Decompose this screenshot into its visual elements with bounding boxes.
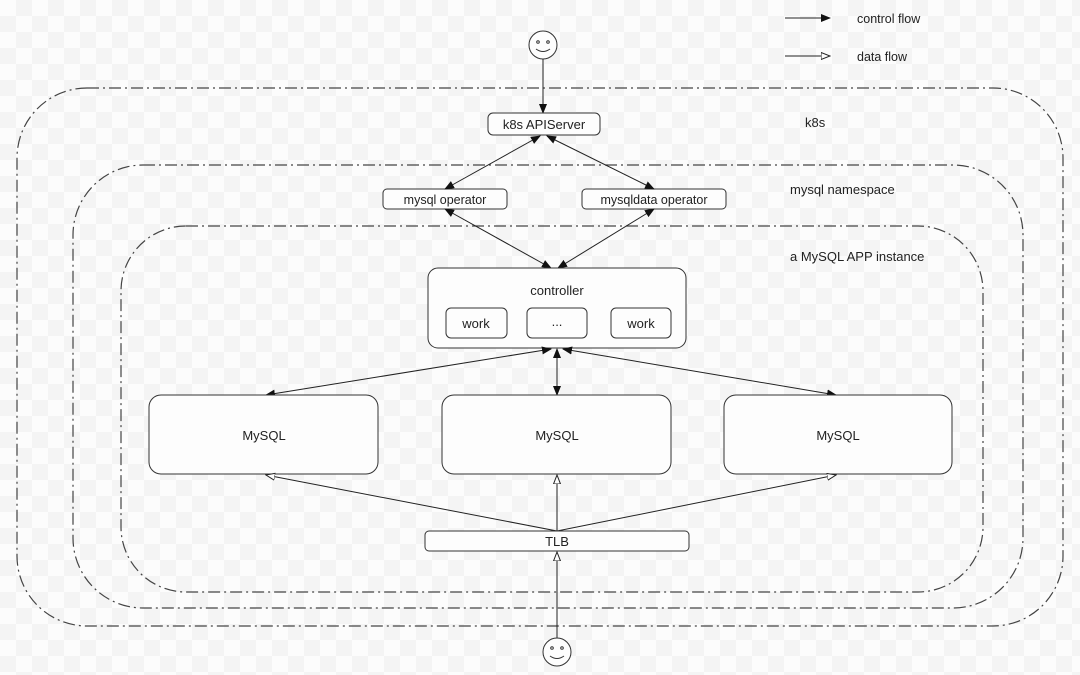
control-flow-legend-label: control flow	[857, 12, 921, 26]
mysqldata-operator-label: mysqldata operator	[600, 193, 707, 207]
mysql-label: MySQL	[535, 428, 578, 443]
controller-mysql-1-edge	[265, 346, 552, 398]
mysqldata-operator-controller-edge	[557, 208, 655, 269]
worker-label: work	[461, 316, 490, 331]
tlb-mysql-3-edge	[556, 475, 836, 532]
apiserver-label: k8s APIServer	[503, 117, 586, 132]
legend: control flow data flow	[785, 12, 921, 64]
apiserver-mysql-operator-edge	[444, 135, 541, 190]
worker-label: ...	[552, 314, 563, 329]
tlb-mysql-1-edge	[266, 475, 558, 532]
app-instance-boundary-label: a MySQL APP instance	[790, 249, 924, 264]
mysql-operator-controller-edge	[444, 208, 552, 269]
worker-label: work	[626, 316, 655, 331]
architecture-diagram: k8s mysql namespace a MySQL APP instance…	[16, 12, 1064, 667]
mysql-operator-label: mysql operator	[404, 193, 487, 207]
controller-label: controller	[530, 283, 584, 298]
namespace-boundary-label: mysql namespace	[790, 182, 895, 197]
tlb-label: TLB	[545, 534, 569, 549]
data-flow-legend-label: data flow	[857, 50, 908, 64]
controller-mysql-3-edge	[562, 346, 837, 398]
apiserver-mysqldata-operator-edge	[546, 135, 655, 190]
mysql-label: MySQL	[816, 428, 859, 443]
k8s-boundary-label: k8s	[805, 115, 826, 130]
bottom-user-icon	[542, 637, 572, 667]
mysql-label: MySQL	[242, 428, 285, 443]
top-user-icon	[528, 30, 558, 60]
